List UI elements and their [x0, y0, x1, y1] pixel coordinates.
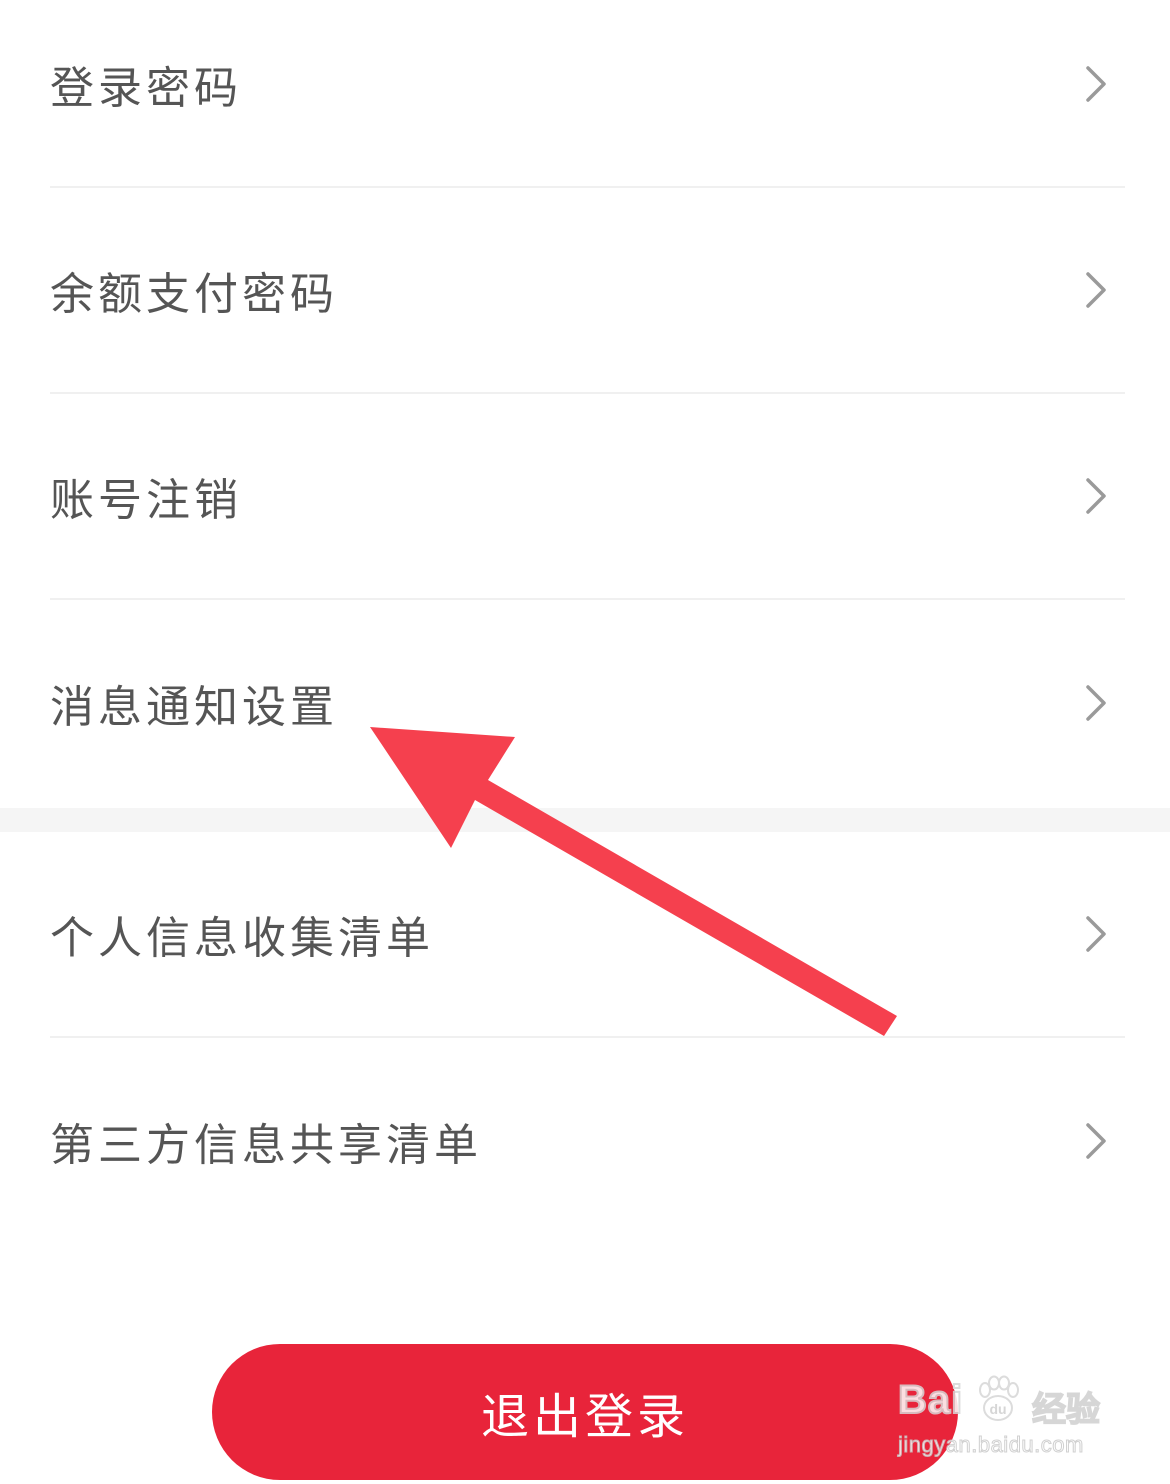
settings-item-balance-payment-password[interactable]: 余额支付密码	[50, 188, 1125, 394]
chevron-right-icon	[1086, 272, 1106, 308]
settings-group-account: 登录密码 余额支付密码 账号注销 消息通知设置	[0, 0, 1170, 808]
settings-group-privacy: 个人信息收集清单 第三方信息共享清单	[0, 832, 1170, 1248]
settings-item-third-party-sharing-list[interactable]: 第三方信息共享清单	[50, 1038, 1125, 1244]
settings-item-label: 消息通知设置	[50, 682, 338, 733]
settings-item-label: 个人信息收集清单	[50, 913, 434, 964]
watermark-jingyan: 经验	[1031, 1389, 1101, 1431]
settings-item-notification-settings[interactable]: 消息通知设置	[50, 600, 1125, 806]
settings-item-label: 第三方信息共享清单	[50, 1120, 482, 1171]
settings-item-login-password[interactable]: 登录密码	[50, 0, 1125, 188]
settings-item-personal-info-collection-list[interactable]: 个人信息收集清单	[50, 832, 1125, 1038]
chevron-right-icon	[1086, 66, 1106, 102]
baidu-paw-logo-icon: du	[979, 1375, 1019, 1421]
settings-item-account-cancellation[interactable]: 账号注销	[50, 394, 1125, 600]
chevron-right-icon	[1086, 478, 1106, 514]
watermark-brand-suffix: du	[989, 1401, 1006, 1417]
chevron-right-icon	[1086, 1123, 1106, 1159]
chevron-right-icon	[1086, 916, 1106, 952]
logout-button[interactable]: 退出登录	[212, 1344, 958, 1480]
settings-item-label: 余额支付密码	[50, 269, 338, 320]
settings-item-label: 登录密码	[50, 63, 242, 114]
settings-item-label: 账号注销	[50, 475, 242, 526]
group-separator	[0, 808, 1170, 832]
chevron-right-icon	[1086, 685, 1106, 721]
